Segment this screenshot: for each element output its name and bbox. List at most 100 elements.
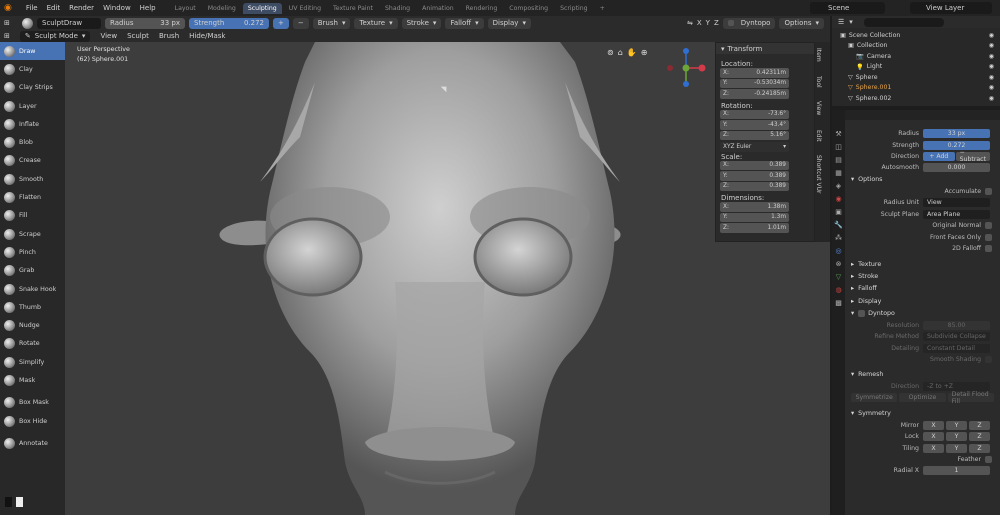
tab-uv-editing[interactable]: UV Editing <box>284 3 326 14</box>
dimensions-x-field[interactable]: X: 1.38m <box>720 202 789 212</box>
falloff-menu[interactable]: Falloff ▾ <box>445 17 484 29</box>
editor-type-icon[interactable]: ⊞ <box>4 32 10 40</box>
physics-tab-icon[interactable]: ◎ <box>835 247 841 255</box>
radial-x-field[interactable]: 1 <box>923 466 990 476</box>
tool-layer[interactable]: Layer <box>0 97 65 115</box>
sidebar-tab-shortcut[interactable]: Shortcut VUr <box>815 155 822 193</box>
location-x-field[interactable]: X: 0.42311m <box>720 68 789 78</box>
tool-annotate[interactable]: Annotate <box>0 434 65 452</box>
optimize-button[interactable]: Optimize <box>899 393 946 403</box>
remesh-panel-header[interactable]: ▾ Remesh <box>845 368 1000 380</box>
visibility-eye-icon[interactable]: ◉ <box>989 53 994 60</box>
camera-icon[interactable]: ⌂ <box>618 48 623 57</box>
original-normal-checkbox[interactable] <box>985 222 992 230</box>
refine-method-select[interactable]: Subdivide Collapse <box>923 332 990 342</box>
stroke-panel-header[interactable]: ▸ Stroke <box>845 271 1000 283</box>
scale-x-field[interactable]: X: 0.389 <box>720 160 789 170</box>
dyntopo-checkbox[interactable] <box>858 310 866 318</box>
location-z-field[interactable]: Z: -0.24185m <box>720 89 789 99</box>
accumulate-checkbox[interactable] <box>985 188 992 196</box>
visibility-eye-icon[interactable]: ◉ <box>989 32 994 39</box>
constraints-tab-icon[interactable]: ⊗ <box>836 260 842 268</box>
visibility-eye-icon[interactable]: ◉ <box>989 42 994 49</box>
tool-box-mask[interactable]: Box Mask <box>0 394 65 412</box>
rotation-y-field[interactable]: Y: -43.4° <box>720 120 789 130</box>
tab-scripting[interactable]: Scripting <box>555 3 593 14</box>
direction-add-button[interactable]: + Add <box>923 151 955 161</box>
texture-tab-icon[interactable]: ▩ <box>835 299 842 307</box>
subtract-mode-button[interactable]: − <box>292 17 309 29</box>
tool-clay-strips[interactable]: Clay Strips <box>0 79 65 97</box>
editor-type-icon[interactable]: ⊞ <box>4 19 18 27</box>
outliner-item-scene-collection[interactable]: ▣ Scene Collection ◉ <box>840 30 1000 41</box>
scale-y-field[interactable]: Y: 0.389 <box>720 171 789 181</box>
menu-brush[interactable]: Brush <box>159 32 179 40</box>
symmetrize-button[interactable]: Symmetrize <box>851 393 898 403</box>
menu-file[interactable]: File <box>26 4 38 12</box>
visibility-eye-icon[interactable]: ◉ <box>989 95 994 102</box>
rotation-x-field[interactable]: X: -73.6° <box>720 109 789 119</box>
output-tab-icon[interactable]: ▤ <box>835 156 842 164</box>
outliner-item-sphere-001[interactable]: ▽ Sphere.001 ◉ <box>840 83 1000 94</box>
tool-tab-icon[interactable]: ⚒ <box>835 130 841 138</box>
tool-scrape[interactable]: Scrape <box>0 225 65 243</box>
dyntopo-toggle[interactable]: Dyntopo <box>722 17 776 29</box>
navigation-gizmo[interactable] <box>665 46 707 90</box>
dimensions-y-field[interactable]: Y: 1.3m <box>720 212 789 222</box>
detail-flood-fill-button[interactable]: Detail Flood Fill <box>947 391 994 405</box>
view-layer-tab-icon[interactable]: ▦ <box>835 169 842 177</box>
tab-shading[interactable]: Shading <box>380 3 415 14</box>
filter-icon[interactable]: ▾ <box>849 18 853 26</box>
visibility-eye-icon[interactable]: ◉ <box>989 63 994 70</box>
scale-z-field[interactable]: Z: 0.389 <box>720 181 789 191</box>
tool-grab[interactable]: Grab <box>0 262 65 280</box>
menu-render[interactable]: Render <box>69 4 94 12</box>
tab-compositing[interactable]: Compositing <box>504 3 553 14</box>
brush-menu[interactable]: Brush ▾ <box>312 17 351 29</box>
zoom-icon[interactable]: ⊕ <box>641 48 648 57</box>
tool-draw[interactable]: Draw <box>0 42 65 61</box>
tool-flatten[interactable]: Flatten <box>0 188 65 206</box>
symmetry-y[interactable]: Y <box>706 19 710 27</box>
lock-x-toggle[interactable]: X <box>923 432 944 442</box>
outliner-item-sphere[interactable]: ▽ Sphere ◉ <box>840 72 1000 83</box>
remesh-direction-select[interactable]: -Z to +Z <box>923 381 990 391</box>
scene-selector[interactable]: Scene <box>810 2 885 14</box>
menu-edit[interactable]: Edit <box>47 4 61 12</box>
tab-layout[interactable]: Layout <box>170 3 201 14</box>
sidebar-tab-item[interactable]: Item <box>815 48 822 62</box>
menu-help[interactable]: Help <box>140 4 156 12</box>
symmetry-z[interactable]: Z <box>714 19 719 27</box>
world-tab-icon[interactable]: ◉ <box>835 195 841 203</box>
tiling-z-toggle[interactable]: Z <box>969 443 990 453</box>
blender-logo-icon[interactable]: ◉ <box>4 3 12 13</box>
add-mode-button[interactable]: + <box>273 17 289 29</box>
mode-selector[interactable]: ✎ Sculpt Mode ▾ <box>19 30 91 42</box>
prop-strength-field[interactable]: 0.272 <box>923 140 990 150</box>
outliner-item-collection[interactable]: ▣ Collection ◉ <box>840 41 1000 52</box>
tool-thumb[interactable]: Thumb <box>0 298 65 316</box>
brush-selector[interactable]: SculptDraw <box>37 17 101 29</box>
tool-blob[interactable]: Blob <box>0 133 65 151</box>
texture-panel-header[interactable]: ▸ Texture <box>845 258 1000 270</box>
tool-nudge[interactable]: Nudge <box>0 316 65 334</box>
tool-pinch[interactable]: Pinch <box>0 243 65 261</box>
outliner-item-sphere-002[interactable]: ▽ Sphere.002 ◉ <box>840 93 1000 104</box>
mirror-y-toggle[interactable]: Y <box>946 420 967 430</box>
tool-clay[interactable]: Clay <box>0 60 65 78</box>
tool-box-hide[interactable]: Box Hide <box>0 412 65 430</box>
menu-hide-mask[interactable]: Hide/Mask <box>189 32 225 40</box>
direction-subtract-button[interactable]: − Subtract <box>955 149 990 163</box>
hand-pan-icon[interactable]: ✋ <box>627 48 637 57</box>
display-menu[interactable]: Display ▾ <box>487 17 531 29</box>
texture-menu[interactable]: Texture ▾ <box>354 17 398 29</box>
rotation-z-field[interactable]: Z: 5.16° <box>720 130 789 140</box>
menu-sculpt[interactable]: Sculpt <box>127 32 149 40</box>
render-tab-icon[interactable]: ◫ <box>835 143 842 151</box>
tool-simplify[interactable]: Simplify <box>0 353 65 371</box>
rotation-mode-select[interactable]: XYZ Euler ▾ <box>720 142 789 152</box>
front-faces-checkbox[interactable] <box>985 233 992 241</box>
add-workspace-button[interactable]: + <box>595 3 610 14</box>
outliner-search-input[interactable] <box>863 17 944 27</box>
tool-snake-hook[interactable]: Snake Hook <box>0 280 65 298</box>
